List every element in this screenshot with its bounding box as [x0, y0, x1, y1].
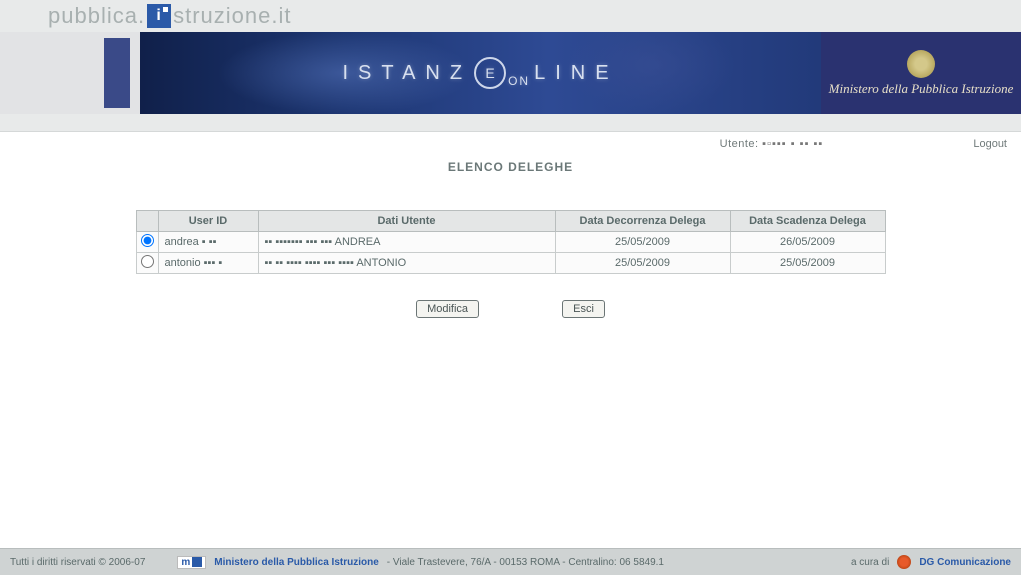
- crest-icon: [907, 50, 935, 78]
- footer-address: - Viale Trastevere, 76/A - 00153 ROMA - …: [387, 557, 664, 568]
- cell-userid: andrea ▪ ▪▪: [158, 232, 258, 253]
- cell-decorrenza: 25/05/2009: [555, 253, 730, 274]
- site-logo: pubblica. i struzione .it: [48, 3, 291, 29]
- footer: Tutti i diritti riservati © 2006-07 m Mi…: [0, 548, 1021, 575]
- col-select: [136, 211, 158, 232]
- table-row: andrea ▪ ▪▪ ▪▪ ▪▪▪▪▪▪▪ ▪▪▪ ▪▪▪ ANDREA 25…: [136, 232, 885, 253]
- top-bar: pubblica. i struzione .it: [0, 0, 1021, 32]
- cell-scadenza: 25/05/2009: [730, 253, 885, 274]
- esci-button[interactable]: Esci: [562, 300, 605, 318]
- deleghe-table: User ID Dati Utente Data Decorrenza Dele…: [136, 210, 886, 274]
- user-row: Utente: ▪▫▪▪▪ ▪ ▪▪ ▪▪ Logout: [0, 132, 1021, 156]
- page-title: ELENCO DELEGHE: [0, 160, 1021, 174]
- logout-link[interactable]: Logout: [973, 138, 1007, 150]
- content: User ID Dati Utente Data Decorrenza Dele…: [0, 210, 1021, 318]
- row-radio[interactable]: [141, 234, 154, 247]
- ministry-name: Ministero della Pubblica Istruzione: [829, 82, 1014, 96]
- site-logo-part2: struzione: [173, 3, 271, 29]
- col-dati: Dati Utente: [258, 211, 555, 232]
- col-scadenza: Data Scadenza Delega: [730, 211, 885, 232]
- user-label: Utente: ▪▫▪▪▪ ▪ ▪▪ ▪▪: [720, 138, 824, 150]
- row-radio[interactable]: [141, 255, 154, 268]
- site-logo-part1: pubblica.: [48, 3, 145, 29]
- mpi-badge-icon: m: [177, 556, 206, 569]
- ministry-link[interactable]: Ministero della Pubblica Istruzione: [214, 557, 378, 568]
- table-row: antonio ▪▪▪ ▪ ▪▪ ▪▪ ▪▪▪▪ ▪▪▪▪ ▪▪▪ ▪▪▪▪ A…: [136, 253, 885, 274]
- username: ▪▫▪▪▪ ▪ ▪▪ ▪▪: [762, 138, 823, 150]
- cell-dati: ▪▪ ▪▪▪▪▪▪▪ ▪▪▪ ▪▪▪ ANDREA: [258, 232, 555, 253]
- cell-decorrenza: 25/05/2009: [555, 232, 730, 253]
- banner-title-pre: ISTANZ: [342, 62, 472, 85]
- banner: ISTANZ E ON LINE Ministero della Pubblic…: [0, 32, 1021, 114]
- dg-link[interactable]: DG Comunicazione: [919, 557, 1011, 568]
- banner-title-on: ON: [508, 74, 530, 88]
- col-userid: User ID: [158, 211, 258, 232]
- logo-square-icon: i: [147, 4, 171, 28]
- banner-title: ISTANZ E ON LINE: [342, 57, 618, 89]
- banner-decor-bar: [104, 38, 130, 108]
- cell-userid: antonio ▪▪▪ ▪: [158, 253, 258, 274]
- modifica-button[interactable]: Modifica: [416, 300, 479, 318]
- footer-copyright: Tutti i diritti riservati © 2006-07: [10, 557, 145, 568]
- cell-dati: ▪▪ ▪▪ ▪▪▪▪ ▪▪▪▪ ▪▪▪ ▪▪▪▪ ANTONIO: [258, 253, 555, 274]
- table-header-row: User ID Dati Utente Data Decorrenza Dele…: [136, 211, 885, 232]
- site-logo-part3: .it: [271, 3, 291, 29]
- controls: Modifica Esci: [12, 300, 1009, 318]
- col-decorrenza: Data Decorrenza Delega: [555, 211, 730, 232]
- dg-icon: [897, 555, 911, 569]
- footer-cura: a cura di: [851, 557, 889, 568]
- cell-scadenza: 26/05/2009: [730, 232, 885, 253]
- sub-bar: [0, 114, 1021, 132]
- banner-right: Ministero della Pubblica Istruzione: [821, 32, 1021, 114]
- banner-left: [0, 32, 140, 114]
- banner-title-e: E: [474, 57, 506, 89]
- banner-center: ISTANZ E ON LINE: [140, 32, 821, 114]
- banner-title-line: LINE: [534, 62, 618, 85]
